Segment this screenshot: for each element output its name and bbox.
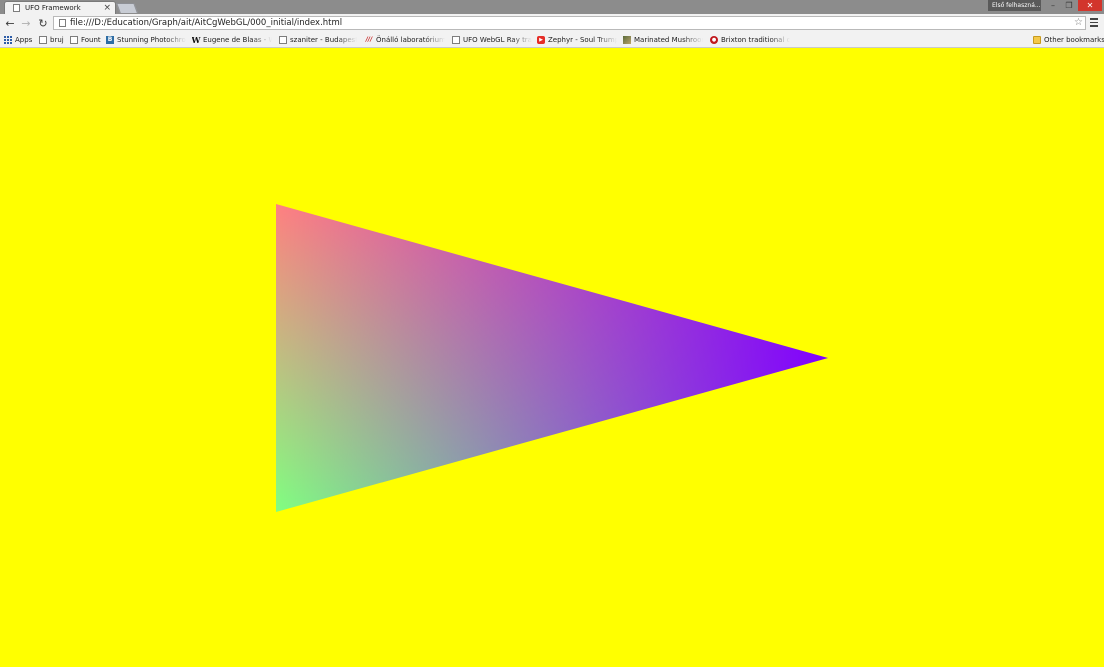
bookmark-item[interactable]: UFO WebGL Ray trac [452, 33, 532, 47]
bookmark-label: Stunning Photochrom [117, 36, 186, 44]
page-icon [13, 4, 20, 12]
reload-button[interactable]: ↻ [37, 17, 49, 30]
wikipedia-icon: W [192, 35, 201, 45]
bookmark-item[interactable]: bruj [39, 33, 64, 47]
toolbar: ← → ↻ file:///D:/Education/Graph/ait/Ait… [0, 14, 1104, 33]
bookmark-label: bruj [50, 36, 64, 44]
tab-ufo-framework[interactable]: UFO Framework × [4, 1, 116, 14]
page-icon [279, 36, 287, 44]
maximize-button[interactable]: ❐ [1062, 0, 1076, 11]
bookmark-item[interactable]: W Eugene de Blaas - Wik [192, 33, 272, 47]
bookmark-label: Önálló laboratórium [376, 36, 445, 44]
bookmark-item[interactable]: Fount [70, 33, 101, 47]
browser-window: UFO Framework × Első felhaszná... – ❐ ✕ … [0, 0, 1104, 667]
bookmark-label: Eugene de Blaas - Wik [203, 36, 272, 44]
bookmark-label: Marinated Mushroom [634, 36, 703, 44]
folder-icon [1033, 36, 1041, 44]
tab-title: UFO Framework [25, 4, 81, 12]
apps-grid-icon [4, 36, 12, 44]
bookmarks-bar: Apps bruj Fount B Stunning Photochrom W … [0, 33, 1104, 48]
bookmark-item[interactable]: Marinated Mushroom [623, 33, 703, 47]
forward-button[interactable]: → [20, 17, 32, 30]
bookmark-label: Apps [15, 36, 33, 44]
photo-favicon-icon [623, 36, 631, 44]
title-bar: UFO Framework × Első felhaszná... – ❐ ✕ [0, 0, 1104, 14]
site-favicon-icon: B [106, 36, 114, 44]
address-bar[interactable]: file:///D:/Education/Graph/ait/AitCgWebG… [53, 16, 1086, 30]
page-icon [452, 36, 460, 44]
bookmark-item[interactable]: ● Brixton traditional caf [710, 33, 790, 47]
bookmark-item[interactable]: B Stunning Photochrom [106, 33, 186, 47]
bookmark-label: Brixton traditional caf [721, 36, 790, 44]
bookmark-label: szaniter - Budapest X [290, 36, 357, 44]
menu-icon[interactable] [1090, 18, 1098, 28]
close-window-button[interactable]: ✕ [1078, 0, 1102, 11]
bookmark-item[interactable]: ▶ Zephyr - Soul Trumpe [537, 33, 617, 47]
bookmark-other-bookmarks[interactable]: Other bookmarks [1033, 33, 1104, 47]
bookmark-label: UFO WebGL Ray trac [463, 36, 532, 44]
bookmark-label: Other bookmarks [1044, 36, 1104, 44]
new-tab-button[interactable] [116, 3, 138, 13]
bookmark-item[interactable]: szaniter - Budapest X [279, 33, 357, 47]
bookmark-label: Fount [81, 36, 101, 44]
page-icon [70, 36, 78, 44]
bookmark-star-icon[interactable]: ☆ [1074, 17, 1083, 29]
gradient-triangle [276, 204, 828, 512]
minimize-button[interactable]: – [1044, 0, 1062, 11]
profile-button[interactable]: Első felhaszná... [988, 0, 1041, 11]
page-icon [39, 36, 47, 44]
bookmark-label: Zephyr - Soul Trumpe [548, 36, 617, 44]
bookmark-apps[interactable]: Apps [4, 33, 32, 47]
render-scene [0, 48, 1104, 667]
url-text[interactable]: file:///D:/Education/Graph/ait/AitCgWebG… [70, 17, 342, 29]
site-favicon-icon: /// [365, 36, 373, 43]
youtube-icon: ▶ [537, 36, 545, 44]
back-button[interactable]: ← [4, 17, 16, 30]
bookmark-item[interactable]: /// Önálló laboratórium [365, 33, 445, 47]
close-tab-icon[interactable]: × [103, 2, 111, 14]
webgl-canvas[interactable] [0, 48, 1104, 667]
triangle-layer [276, 204, 828, 512]
page-icon [59, 19, 66, 27]
site-favicon-icon: ● [710, 36, 718, 44]
